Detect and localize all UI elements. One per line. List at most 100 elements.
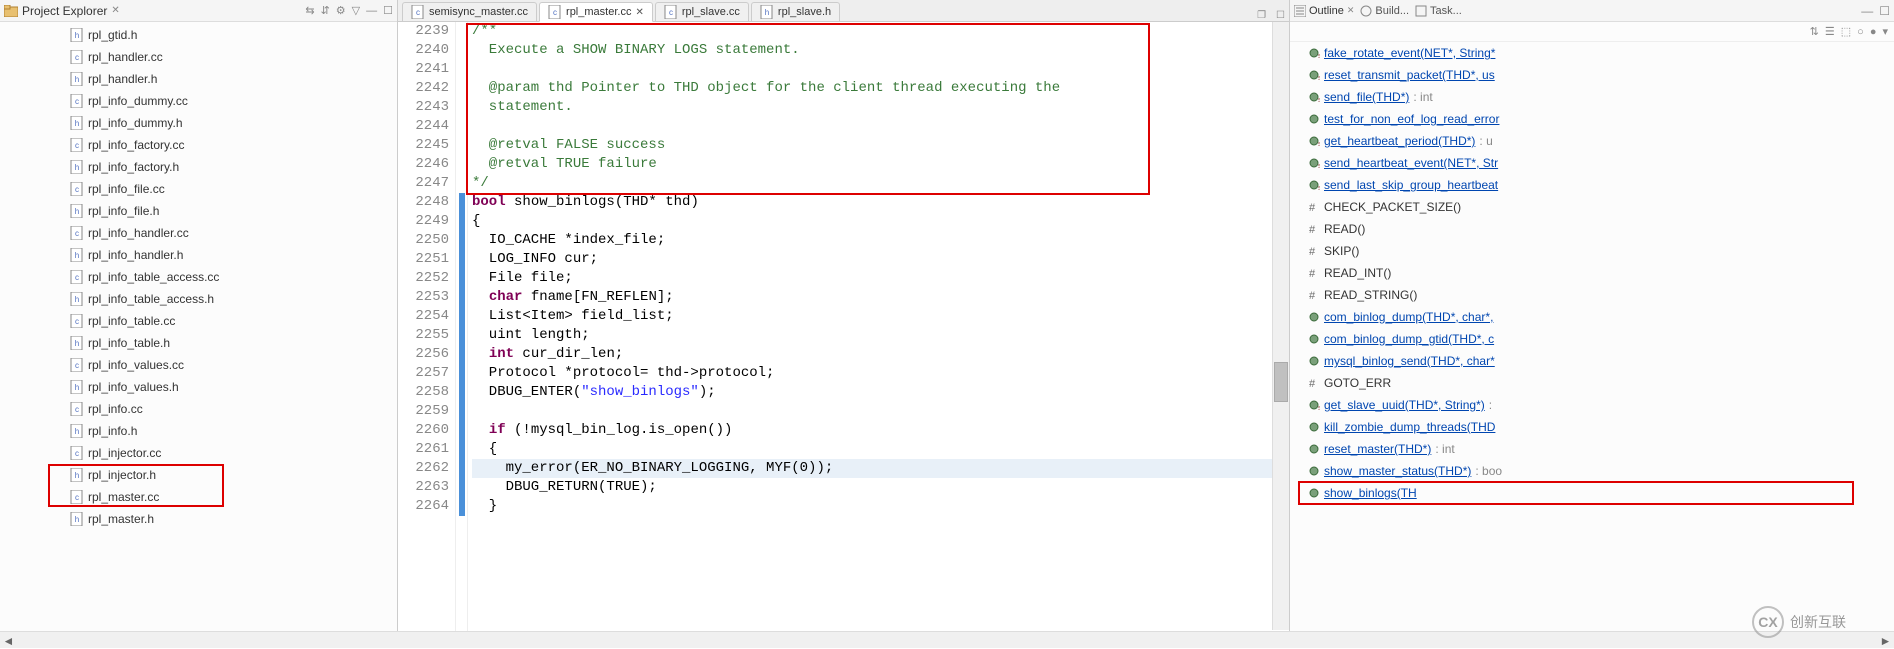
file-tree[interactable]: hrpl_gtid.hcrpl_handler.cchrpl_handler.h…	[0, 22, 397, 648]
sort-icon[interactable]: ⇅	[1810, 25, 1819, 38]
outline-list[interactable]: sfake_rotate_event(NET*, String*sreset_t…	[1290, 42, 1894, 648]
outline-item[interactable]: kill_zombie_dump_threads(THD	[1290, 416, 1894, 438]
code-line[interactable]	[472, 402, 1289, 421]
code-line[interactable]: @retval TRUE failure	[472, 155, 1289, 174]
maximize-icon[interactable]: ☐	[383, 4, 393, 17]
code-line[interactable]: Execute a SHOW BINARY LOGS statement.	[472, 41, 1289, 60]
editor-tab[interactable]: hrpl_slave.h	[751, 2, 840, 21]
code-line[interactable]: statement.	[472, 98, 1289, 117]
file-item[interactable]: crpl_info_factory.cc	[0, 134, 397, 156]
code-line[interactable]: LOG_INFO cur;	[472, 250, 1289, 269]
tab-task[interactable]: Task...	[1415, 5, 1462, 17]
code-line[interactable]: File file;	[472, 269, 1289, 288]
file-item[interactable]: hrpl_info.h	[0, 420, 397, 442]
scroll-left-icon[interactable]: ◄	[0, 632, 17, 649]
file-item[interactable]: crpl_info_values.cc	[0, 354, 397, 376]
file-item[interactable]: hrpl_info_factory.h	[0, 156, 397, 178]
outline-item[interactable]: ssend_heartbeat_event(NET*, Str	[1290, 152, 1894, 174]
outline-item[interactable]: #SKIP()	[1290, 240, 1894, 262]
editor-tab[interactable]: crpl_master.cc✕	[539, 2, 653, 22]
link-editor-icon[interactable]: ⇵	[321, 4, 330, 17]
file-item[interactable]: crpl_info_file.cc	[0, 178, 397, 200]
file-item[interactable]: hrpl_info_handler.h	[0, 244, 397, 266]
outline-item[interactable]: com_binlog_dump_gtid(THD*, c	[1290, 328, 1894, 350]
file-item[interactable]: hrpl_info_table_access.h	[0, 288, 397, 310]
file-item[interactable]: hrpl_handler.h	[0, 68, 397, 90]
code-line[interactable]: DBUG_RETURN(TRUE);	[472, 478, 1289, 497]
code-line[interactable]: */	[472, 174, 1289, 193]
code-line[interactable]	[472, 60, 1289, 79]
file-item[interactable]: crpl_info_dummy.cc	[0, 90, 397, 112]
code-area[interactable]: /** Execute a SHOW BINARY LOGS statement…	[468, 22, 1289, 648]
close-icon[interactable]: ✕	[1347, 5, 1355, 16]
tab-outline[interactable]: Outline ✕	[1294, 5, 1354, 17]
file-item[interactable]: crpl_master.cc	[0, 486, 397, 508]
outline-item[interactable]: #CHECK_PACKET_SIZE()	[1290, 196, 1894, 218]
outline-item[interactable]: sreset_transmit_packet(THD*, us	[1290, 64, 1894, 86]
outline-item[interactable]: reset_master(THD*) : int	[1290, 438, 1894, 460]
outline-item[interactable]: sget_slave_uuid(THD*, String*) :	[1290, 394, 1894, 416]
file-item[interactable]: crpl_info.cc	[0, 398, 397, 420]
code-line[interactable]: bool show_binlogs(THD* thd)	[472, 193, 1289, 212]
outline-item[interactable]: #READ()	[1290, 218, 1894, 240]
close-icon[interactable]: ✕	[111, 5, 119, 16]
code-line[interactable]: /**	[472, 22, 1289, 41]
outline-item[interactable]: test_for_non_eof_log_read_error	[1290, 108, 1894, 130]
outline-item[interactable]: mysql_binlog_send(THD*, char*	[1290, 350, 1894, 372]
outline-menu-icon[interactable]: ▾	[1882, 25, 1888, 38]
outline-item[interactable]: ssend_file(THD*) : int	[1290, 86, 1894, 108]
minimize-icon[interactable]: —	[1861, 4, 1873, 18]
code-line[interactable]: uint length;	[472, 326, 1289, 345]
file-item[interactable]: crpl_info_table.cc	[0, 310, 397, 332]
file-item[interactable]: hrpl_info_values.h	[0, 376, 397, 398]
outline-item[interactable]: #READ_STRING()	[1290, 284, 1894, 306]
outline-item[interactable]: ssend_last_skip_group_heartbeat	[1290, 174, 1894, 196]
outline-item[interactable]: show_binlogs(TH	[1290, 482, 1894, 504]
file-item[interactable]: crpl_info_table_access.cc	[0, 266, 397, 288]
hide-static-icon[interactable]: ○	[1857, 26, 1864, 38]
code-line[interactable]: {	[472, 440, 1289, 459]
code-line[interactable]: if (!mysql_bin_log.is_open())	[472, 421, 1289, 440]
group-icon[interactable]: ☰	[1825, 25, 1835, 38]
code-line[interactable]: DBUG_ENTER("show_binlogs");	[472, 383, 1289, 402]
scrollbar-thumb[interactable]	[1274, 362, 1288, 402]
editor-tab[interactable]: csemisync_master.cc	[402, 2, 537, 21]
file-item[interactable]: hrpl_master.h	[0, 508, 397, 530]
code-line[interactable]: }	[472, 497, 1289, 516]
maximize-icon[interactable]: ☐	[1272, 10, 1289, 21]
code-line[interactable]	[472, 117, 1289, 136]
outline-item[interactable]: #READ_INT()	[1290, 262, 1894, 284]
file-item[interactable]: hrpl_injector.h	[0, 464, 397, 486]
code-line[interactable]: my_error(ER_NO_BINARY_LOGGING, MYF(0));	[472, 459, 1289, 478]
code-line[interactable]: Protocol *protocol= thd->protocol;	[472, 364, 1289, 383]
code-line[interactable]: List<Item> field_list;	[472, 307, 1289, 326]
tab-build[interactable]: Build...	[1360, 5, 1409, 17]
code-line[interactable]: @retval FALSE success	[472, 136, 1289, 155]
filter-icon[interactable]: ⚙	[336, 4, 346, 17]
hide-nonpublic-icon[interactable]: ●	[1870, 26, 1877, 38]
hide-fields-icon[interactable]: ⬚	[1841, 25, 1851, 38]
file-item[interactable]: hrpl_info_dummy.h	[0, 112, 397, 134]
collapse-all-icon[interactable]: ⇆	[305, 4, 314, 17]
fold-bar[interactable]	[456, 22, 468, 648]
vertical-scrollbar[interactable]	[1272, 22, 1289, 630]
restore-icon[interactable]: ❐	[1253, 10, 1270, 21]
code-line[interactable]: int cur_dir_len;	[472, 345, 1289, 364]
code-line[interactable]: char fname[FN_REFLEN];	[472, 288, 1289, 307]
outline-item[interactable]: show_master_status(THD*) : boo	[1290, 460, 1894, 482]
minimize-icon[interactable]: —	[366, 5, 377, 17]
maximize-icon[interactable]: ☐	[1879, 4, 1890, 18]
file-item[interactable]: crpl_handler.cc	[0, 46, 397, 68]
outline-item[interactable]: sget_heartbeat_period(THD*) : u	[1290, 130, 1894, 152]
file-item[interactable]: hrpl_gtid.h	[0, 24, 397, 46]
outline-item[interactable]: com_binlog_dump(THD*, char*,	[1290, 306, 1894, 328]
editor-tab[interactable]: crpl_slave.cc	[655, 2, 749, 21]
outline-item[interactable]: #GOTO_ERR	[1290, 372, 1894, 394]
file-item[interactable]: hrpl_info_file.h	[0, 200, 397, 222]
file-item[interactable]: crpl_injector.cc	[0, 442, 397, 464]
file-item[interactable]: crpl_info_handler.cc	[0, 222, 397, 244]
code-line[interactable]: @param thd Pointer to THD object for the…	[472, 79, 1289, 98]
file-item[interactable]: hrpl_info_table.h	[0, 332, 397, 354]
view-menu-icon[interactable]: ▽	[352, 4, 360, 17]
editor-body[interactable]: 2239224022412242224322442245224622472248…	[398, 22, 1289, 648]
